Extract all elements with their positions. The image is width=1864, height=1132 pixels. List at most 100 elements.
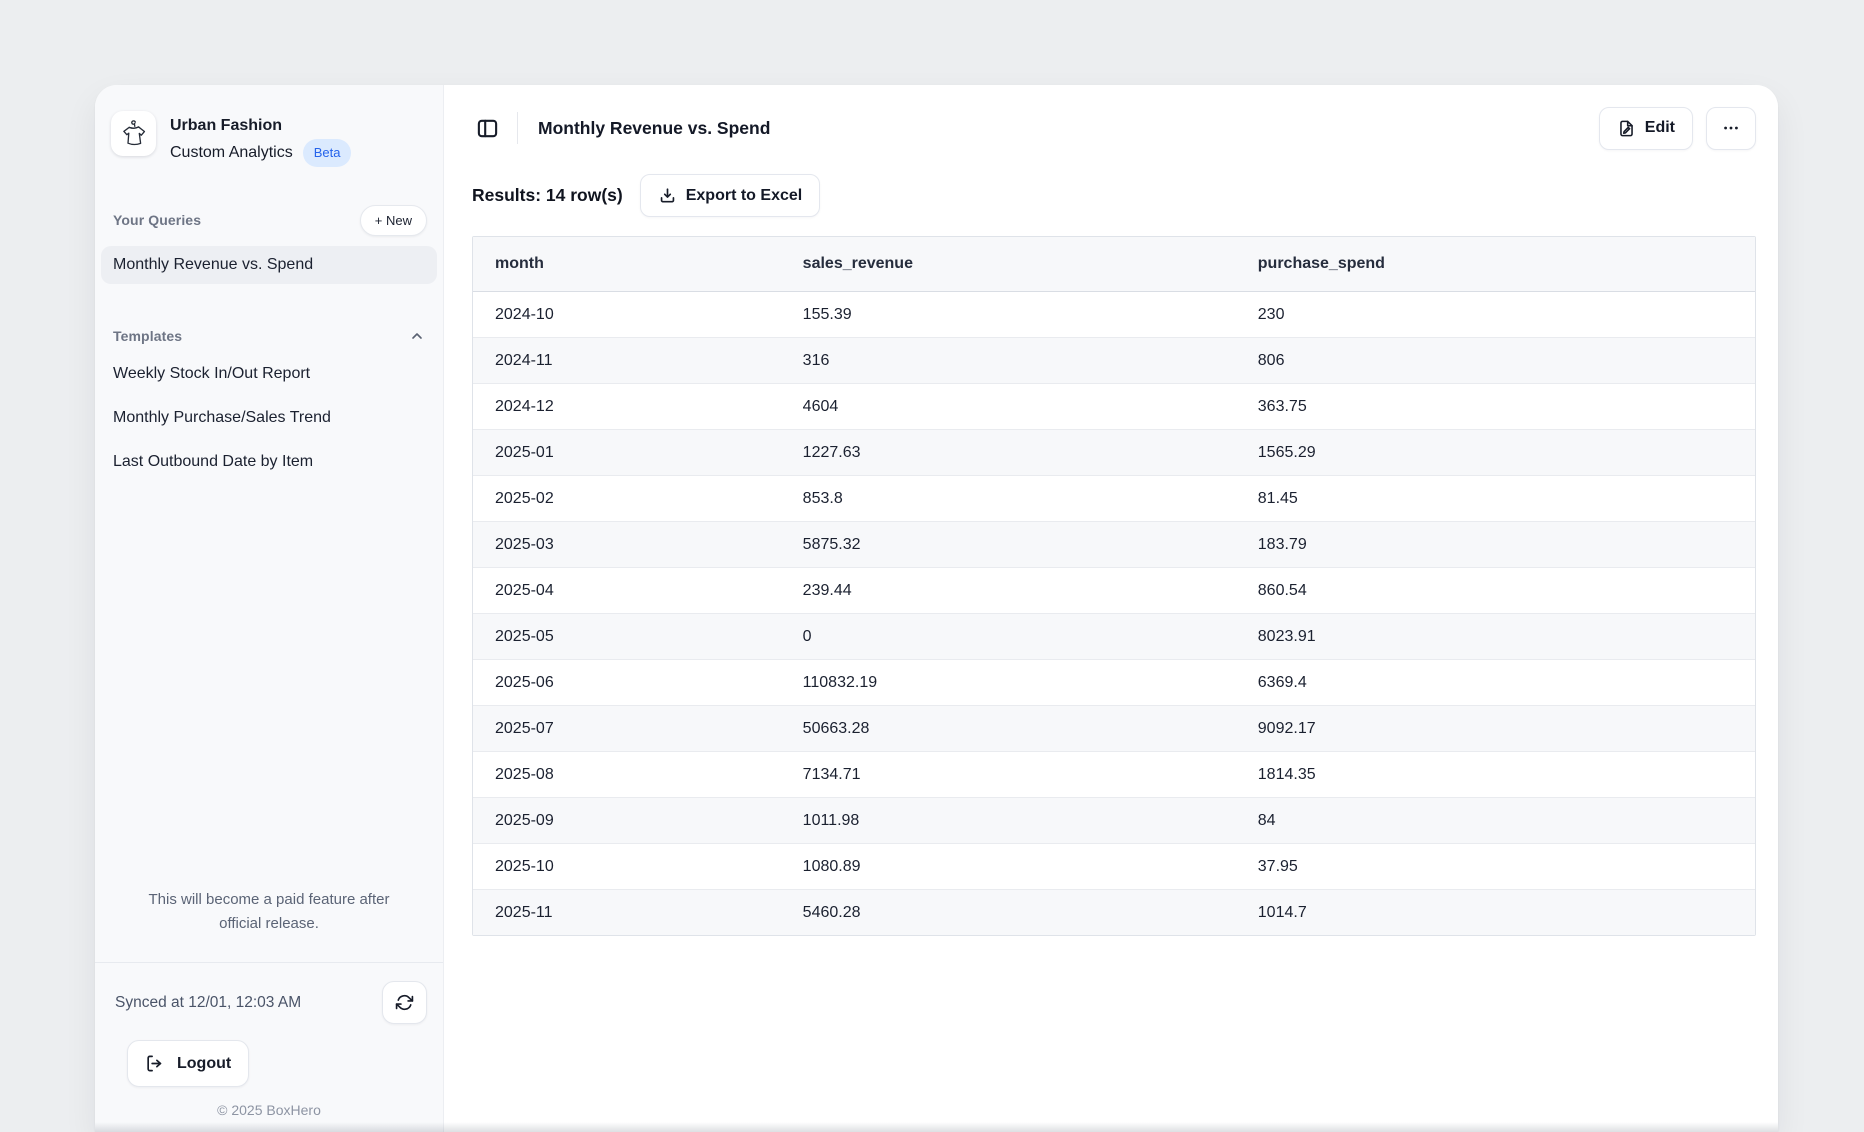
chevron-up-icon — [409, 328, 425, 344]
logout-label: Logout — [177, 1055, 231, 1073]
paid-feature-note: This will become a paid feature after of… — [129, 888, 409, 936]
sidebar-item-query-monthly-revenue-vs-spend[interactable]: Monthly Revenue vs. Spend — [101, 246, 437, 284]
more-options-button[interactable] — [1706, 107, 1756, 150]
table-row: 2025-101080.8937.95 — [473, 844, 1755, 890]
table-row: 2025-115460.281014.7 — [473, 890, 1755, 936]
table-row: 2025-011227.631565.29 — [473, 430, 1755, 476]
table-cell: 2025-04 — [473, 568, 781, 614]
table-cell: 84 — [1236, 798, 1755, 844]
queries-label: Your Queries — [113, 212, 201, 228]
table-row: 2025-091011.9884 — [473, 798, 1755, 844]
table-row: 2025-0750663.289092.17 — [473, 706, 1755, 752]
edit-button[interactable]: Edit — [1599, 107, 1693, 150]
refresh-button[interactable] — [382, 981, 427, 1024]
results-table: monthsales_revenuepurchase_spend 2024-10… — [472, 236, 1756, 936]
templates-section-header: Templates — [113, 326, 427, 346]
table-row: 2024-11316806 — [473, 338, 1755, 384]
table-cell: 363.75 — [1236, 384, 1755, 430]
synced-at-text: Synced at 12/01, 12:03 AM — [111, 994, 301, 1012]
main-panel: Monthly Revenue vs. Spend Edit — [444, 85, 1778, 1132]
table-row: 2025-035875.32183.79 — [473, 522, 1755, 568]
table-cell: 806 — [1236, 338, 1755, 384]
templates-collapse-button[interactable] — [407, 326, 427, 346]
main-header: Monthly Revenue vs. Spend Edit — [472, 106, 1756, 150]
sidebar-toggle-icon — [476, 117, 499, 140]
template-list: Weekly Stock In/Out ReportMonthly Purcha… — [95, 352, 443, 484]
table-cell: 1014.7 — [1236, 890, 1755, 936]
sync-section: Synced at 12/01, 12:03 AM Logout — [95, 962, 443, 1132]
logout-button[interactable]: Logout — [127, 1040, 249, 1087]
page-title: Monthly Revenue vs. Spend — [538, 118, 770, 139]
table-cell: 2025-01 — [473, 430, 781, 476]
templates-label: Templates — [113, 328, 182, 344]
table-cell: 155.39 — [781, 292, 1236, 338]
table-row: 2025-04239.44860.54 — [473, 568, 1755, 614]
table-cell: 9092.17 — [1236, 706, 1755, 752]
table-cell: 2025-08 — [473, 752, 781, 798]
table-cell: 2024-10 — [473, 292, 781, 338]
table-cell: 5460.28 — [781, 890, 1236, 936]
brand-name: Urban Fashion — [170, 113, 351, 139]
table-cell: 2025-02 — [473, 476, 781, 522]
edit-label: Edit — [1645, 119, 1675, 137]
table-cell: 239.44 — [781, 568, 1236, 614]
table-cell: 4604 — [781, 384, 1236, 430]
sidebar-item-template[interactable]: Last Outbound Date by Item — [95, 440, 443, 484]
table-cell: 8023.91 — [1236, 614, 1755, 660]
sidebar-toggle-button[interactable] — [472, 113, 503, 144]
export-to-excel-button[interactable]: Export to Excel — [640, 174, 820, 217]
brand-subtitle: Custom Analytics — [170, 140, 293, 166]
edit-icon — [1617, 119, 1636, 138]
results-count: Results: 14 row(s) — [472, 185, 623, 206]
table-cell: 2025-06 — [473, 660, 781, 706]
sidebar-item-template[interactable]: Monthly Purchase/Sales Trend — [95, 396, 443, 440]
export-label: Export to Excel — [686, 187, 802, 205]
table-row: 2025-0508023.91 — [473, 614, 1755, 660]
table-cell: 1080.89 — [781, 844, 1236, 890]
header-divider — [517, 112, 518, 144]
table-header: monthsales_revenuepurchase_spend — [473, 237, 1755, 292]
table-row: 2024-10155.39230 — [473, 292, 1755, 338]
table-cell: 1565.29 — [1236, 430, 1755, 476]
refresh-icon — [395, 993, 414, 1012]
queries-section-header: Your Queries + New — [113, 205, 427, 236]
copyright-text: © 2025 BoxHero — [111, 1102, 427, 1118]
sidebar-item-template[interactable]: Weekly Stock In/Out Report — [95, 352, 443, 396]
table-cell: 316 — [781, 338, 1236, 384]
table-cell: 37.95 — [1236, 844, 1755, 890]
table-row: 2024-124604363.75 — [473, 384, 1755, 430]
results-toolbar: Results: 14 row(s) Export to Excel — [472, 174, 1756, 217]
tshirt-icon — [119, 118, 149, 150]
table-cell: 2024-11 — [473, 338, 781, 384]
beta-badge: Beta — [303, 139, 352, 166]
table-cell: 81.45 — [1236, 476, 1755, 522]
table-cell: 2025-03 — [473, 522, 781, 568]
app-window: Urban Fashion Custom Analytics Beta Your… — [95, 85, 1778, 1132]
table-cell: 2025-05 — [473, 614, 781, 660]
table-cell: 2025-07 — [473, 706, 781, 752]
table-cell: 2024-12 — [473, 384, 781, 430]
column-header: purchase_spend — [1236, 237, 1755, 292]
download-icon — [658, 186, 677, 205]
ellipsis-icon — [1721, 118, 1741, 138]
sidebar: Urban Fashion Custom Analytics Beta Your… — [95, 85, 444, 1132]
table-cell: 50663.28 — [781, 706, 1236, 752]
new-query-button[interactable]: + New — [360, 205, 427, 236]
table-cell: 1011.98 — [781, 798, 1236, 844]
table-cell: 2025-09 — [473, 798, 781, 844]
app-logo — [111, 111, 156, 156]
table-row: 2025-087134.711814.35 — [473, 752, 1755, 798]
table-cell: 230 — [1236, 292, 1755, 338]
table-cell: 853.8 — [781, 476, 1236, 522]
table-cell: 0 — [781, 614, 1236, 660]
table-cell: 2025-10 — [473, 844, 781, 890]
brand: Urban Fashion Custom Analytics Beta — [95, 85, 443, 167]
table-cell: 2025-11 — [473, 890, 781, 936]
table-cell: 1814.35 — [1236, 752, 1755, 798]
table-cell: 110832.19 — [781, 660, 1236, 706]
table-row: 2025-02853.881.45 — [473, 476, 1755, 522]
logout-icon — [145, 1054, 164, 1073]
table-cell: 183.79 — [1236, 522, 1755, 568]
table-cell: 1227.63 — [781, 430, 1236, 476]
column-header: month — [473, 237, 781, 292]
